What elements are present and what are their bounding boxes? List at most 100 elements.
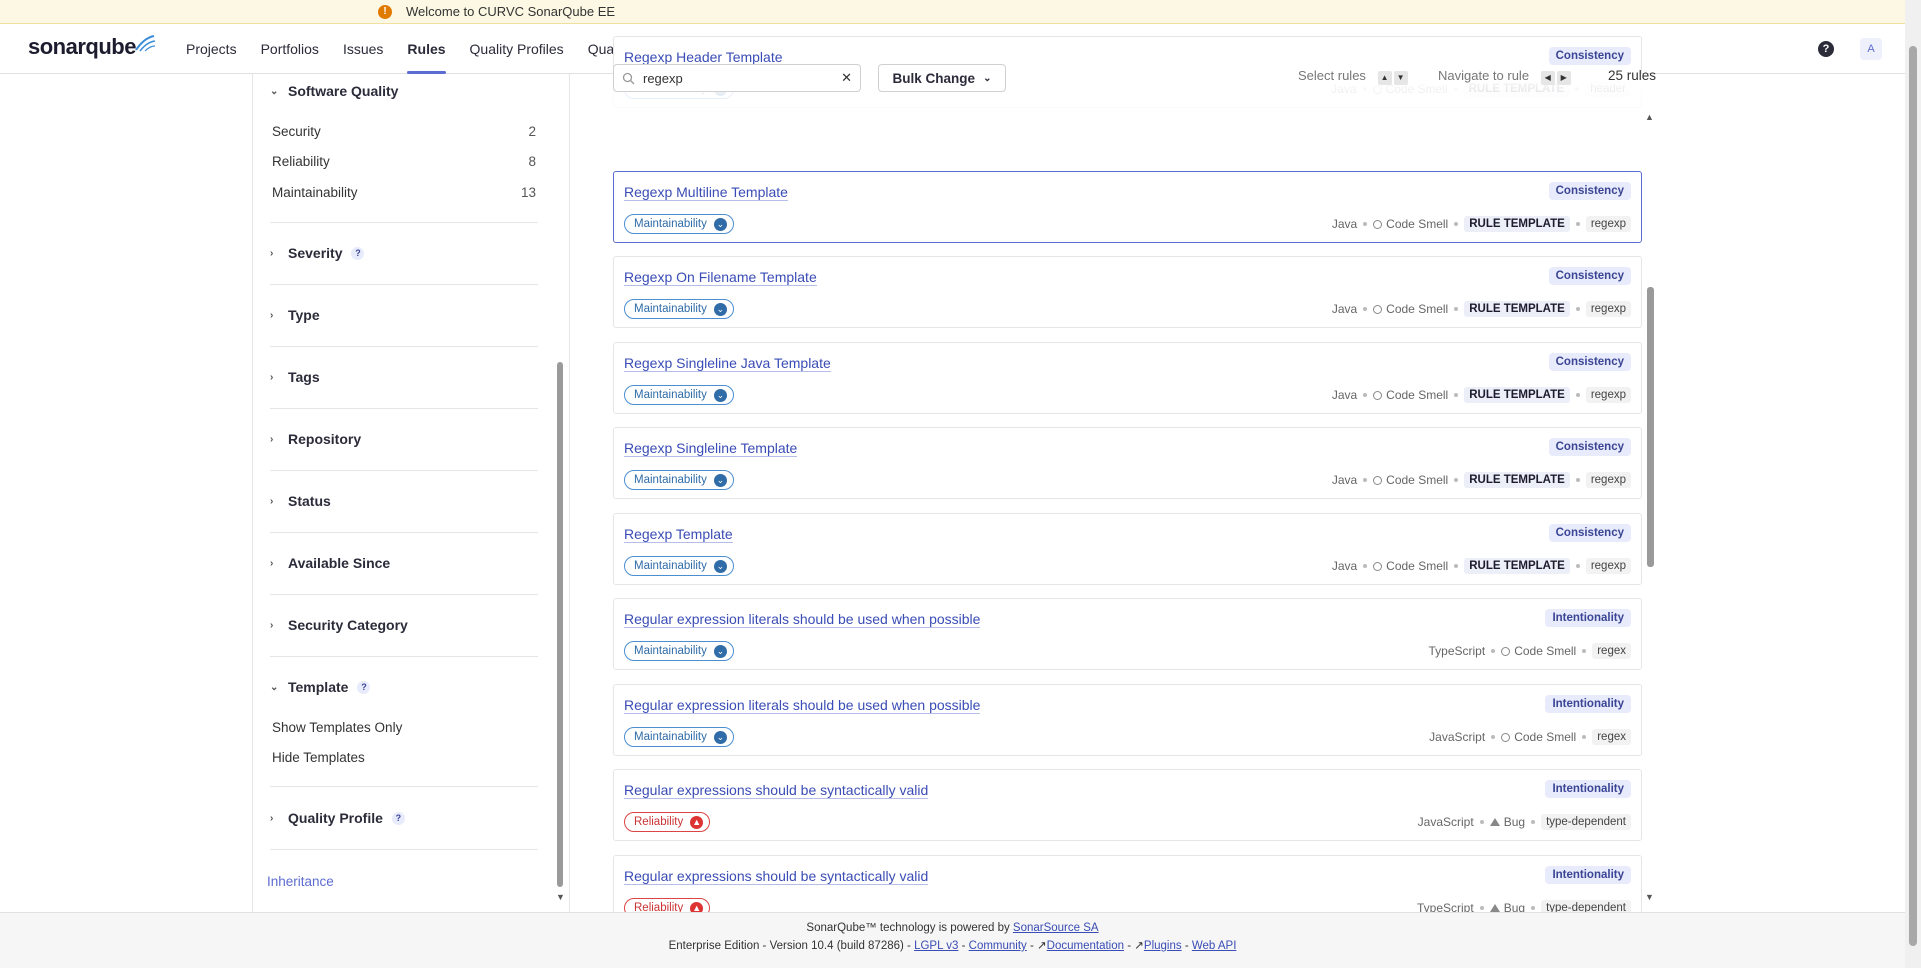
chevron-right-icon: › [270,557,274,569]
rule-title-link[interactable]: Regexp Multiline Template [624,184,788,201]
help-icon[interactable]: ? [351,246,365,260]
rules-list-scrollbar[interactable] [1647,287,1654,567]
scroll-down-arrow-icon[interactable]: ▼ [1645,892,1654,902]
clean-code-attribute-badge: Intentionality [1545,695,1631,713]
facet-type[interactable]: › Type [270,307,320,323]
rule-card[interactable]: Regexp Multiline Template Consistency Main… [613,171,1642,243]
rule-title-link[interactable]: Regexp Singleline Java Template [624,355,831,372]
rule-language: Java [1331,302,1358,316]
scroll-down-arrow-icon[interactable]: ▼ [556,892,565,902]
help-icon[interactable]: ? [1818,41,1834,57]
rule-type: Code Smell [1386,559,1449,573]
nav-issues[interactable]: Issues [343,24,383,74]
rule-card[interactable]: Regexp Singleline Template Consistency Mai… [613,427,1642,499]
rule-title-link[interactable]: Regexp On Filename Template [624,269,817,286]
sidebar-scrollbar[interactable] [557,362,563,887]
rule-title-link[interactable]: Regular expressions should be syntactica… [624,782,929,799]
software-quality-badge[interactable]: Maintainability⌄ [624,299,734,319]
page-scrollbar[interactable] [1905,0,1921,968]
code-smell-icon [1501,646,1511,656]
plugins-link[interactable]: Plugins [1144,940,1182,952]
rule-tag[interactable]: type-dependent [1541,814,1631,830]
separator-dot [1363,222,1368,226]
bulk-change-button[interactable]: Bulk Change ⌄ [878,64,1006,92]
facet-security-category[interactable]: › Security Category [270,617,408,633]
rule-card[interactable]: Regexp Template Consistency Maintainabilit… [613,513,1642,585]
community-link[interactable]: Community [969,940,1027,952]
sonarqube-logo[interactable]: sonarqube [28,34,156,60]
separator-dot [1454,222,1459,226]
welcome-banner: ! Welcome to CURVC SonarQube EE [0,0,1905,24]
severity-medium-icon: ⌄ [713,730,727,744]
rule-language: JavaScript [1417,815,1474,829]
lgpl-link[interactable]: LGPL v3 [914,940,958,952]
software-quality-badge[interactable]: Reliability ▲ [624,812,711,832]
search-input[interactable] [643,70,823,86]
software-quality-badge[interactable]: Maintainability⌄ [624,641,734,661]
page-scrollbar-thumb[interactable] [1909,46,1917,946]
facet-item-hide-templates[interactable]: Hide Templates [272,750,536,765]
facet-repository[interactable]: › Repository [270,431,361,447]
rule-tag[interactable]: regexp [1585,558,1631,574]
facet-software-quality[interactable]: ⌄ Software Quality [270,83,398,99]
bug-icon [1489,904,1500,912]
help-icon[interactable]: ? [357,680,371,694]
rule-card[interactable]: Regular expression literals should be us… [613,684,1642,756]
facet-item-maintainability[interactable]: Maintainability 13 [272,185,536,200]
facet-item-reliability[interactable]: Reliability 8 [272,154,536,169]
separator-dot [1575,222,1580,226]
documentation-link[interactable]: Documentation [1047,940,1124,952]
rule-tag[interactable]: regex [1592,643,1631,659]
external-link-icon: ↗ [1134,940,1144,952]
rule-meta: JavaScript Code Smell regex [1429,729,1631,745]
facet-quality-profile[interactable]: › Quality Profile ? [270,810,405,826]
rule-title-link[interactable]: Regular expressions should be syntactica… [624,868,929,885]
nav-projects[interactable]: Projects [186,24,237,74]
rule-card[interactable]: Regexp On Filename Template Consistency Ma… [613,256,1642,328]
rule-title-link[interactable]: Regular expression literals should be us… [624,697,981,714]
rule-tag[interactable]: regexp [1585,472,1631,488]
rule-card[interactable]: Regular expression literals should be us… [613,598,1642,670]
software-quality-badge[interactable]: Maintainability⌄ [624,470,734,490]
software-quality-badge[interactable]: Maintainability⌄ [624,727,734,747]
warning-icon: ! [378,4,392,19]
rule-title-link[interactable]: Regular expression literals should be us… [624,611,981,628]
rule-tag[interactable]: regexp [1585,301,1631,317]
code-smell-icon [1373,561,1383,571]
facet-item-show-templates[interactable]: Show Templates Only [272,720,536,735]
rule-title-link[interactable]: Regexp Singleline Template [624,440,798,457]
rule-tag[interactable]: regexp [1585,387,1631,403]
rule-meta: JavaScript Bug type-dependent [1418,814,1631,830]
banner-text: Welcome to CURVC SonarQube EE [406,4,616,19]
facet-tags[interactable]: › Tags [270,369,320,385]
facet-template[interactable]: ⌄ Template ? [270,679,371,695]
rule-tag[interactable]: regex [1592,729,1631,745]
rule-card[interactable]: Regexp Singleline Java Template Consisten… [613,342,1642,414]
rule-title-link[interactable]: Regexp Template [624,526,733,543]
nav-quality-profiles[interactable]: Quality Profiles [470,24,564,74]
software-quality-badge[interactable]: Maintainability⌄ [624,385,734,405]
rules-search-box[interactable]: ✕ [613,64,861,92]
help-icon[interactable]: ? [391,811,405,825]
web-api-link[interactable]: Web API [1192,940,1237,952]
code-smell-icon [1373,304,1383,314]
rule-card[interactable]: Regular expressions should be syntactica… [613,769,1642,841]
facet-available-since[interactable]: › Available Since [270,555,390,571]
sonarsource-link[interactable]: SonarSource SA [1013,922,1099,934]
clear-icon[interactable]: ✕ [841,70,852,86]
facet-item-security[interactable]: Security 2 [272,124,536,139]
software-quality-badge[interactable]: Maintainability⌄ [624,214,734,234]
software-quality-badge[interactable]: Maintainability⌄ [624,556,734,576]
arrow-up-key-icon: ▲ [1377,71,1392,85]
nav-rules[interactable]: Rules [407,24,446,74]
facet-inheritance[interactable]: Inheritance [267,874,334,889]
facet-status[interactable]: › Status [270,493,331,509]
divider [270,594,538,595]
rule-tag[interactable]: regexp [1585,216,1631,232]
nav-portfolios[interactable]: Portfolios [261,24,319,74]
rule-language: Java [1331,559,1358,573]
scroll-up-arrow-icon[interactable]: ▲ [1645,112,1654,122]
avatar[interactable]: A [1860,38,1882,60]
rule-type: Code Smell [1514,730,1577,744]
facet-severity[interactable]: › Severity ? [270,245,365,261]
